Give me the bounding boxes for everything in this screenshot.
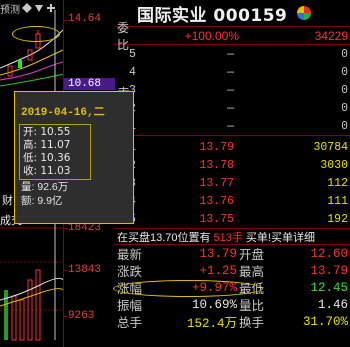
tooltip-date: 2019-04-16,二 <box>21 107 105 119</box>
stat-row-change: 涨跌 +1.25 最高 13.79 <box>117 263 348 280</box>
stat-row-latest: 最新 13.79 开盘 12.60 <box>117 246 348 263</box>
order-ratio-value: +100.00% <box>184 28 239 43</box>
sell-row-1[interactable]: 1 — 0 <box>115 117 350 135</box>
order-alert-row[interactable]: 在买盘13.70位置有 513手 买单!买单详细 <box>115 229 350 245</box>
buy-row-2[interactable]: 2 13.78 3030 <box>115 156 350 174</box>
price-label-current: 10.68 <box>64 78 115 90</box>
sell-row-2[interactable]: 2 — 0 <box>115 99 350 117</box>
stat-row-volume: 总手 152.4万 换手 31.70% <box>117 314 348 332</box>
alert-prefix: 在买盘13.70位置有 <box>117 231 211 244</box>
buy-row-3[interactable]: 3 13.77 112 <box>115 174 350 192</box>
tooltip-close: 收: 11.03 <box>23 165 71 177</box>
stock-title: 国际实业 000159 <box>137 5 288 26</box>
candle-tooltip: 2019-04-16,二 开: 10.55 高: 11.07 低: 10.36 … <box>14 91 134 224</box>
tooltip-high: 高: 11.07 <box>23 139 71 151</box>
quote-header: 国际实业 000159 <box>115 0 350 27</box>
stats-grid: 最新 13.79 开盘 12.60 涨跌 +1.25 最高 13.79 涨幅 +… <box>113 245 350 332</box>
quote-panel: 国际实业 000159 委比 +100.00% 34229 卖 5 — 0 4 … <box>113 0 350 347</box>
tooltip-amount: 额: 9.9亿 <box>21 195 63 207</box>
price-label-high: 14.64 <box>68 13 102 25</box>
buy-row-4[interactable]: 4 13.76 111 <box>115 192 350 210</box>
sell-book: 卖 5 — 0 4 — 0 3 — 0 2 — 0 1 — 0 <box>115 45 350 136</box>
app-logo-icon[interactable] <box>297 6 312 20</box>
alert-suffix[interactable]: 买单!买单详细 <box>246 229 315 245</box>
stat-row-pct: 涨幅 +9.97% 最低 12.45 <box>117 280 348 297</box>
tooltip-low: 低: 10.36 <box>23 152 71 164</box>
buy-row-5[interactable]: 5 13.75 192 <box>115 210 350 228</box>
sell-row-3[interactable]: 3 — 0 <box>115 81 350 99</box>
side-fragment-1: 财 <box>2 195 13 207</box>
sell-row-4[interactable]: 4 — 0 <box>115 63 350 81</box>
alert-count: 513手 <box>213 231 243 244</box>
tooltip-open: 开: 10.55 <box>23 126 71 138</box>
order-ratio-row: 委比 +100.00% 34229 <box>115 21 350 52</box>
order-ratio-diff: 34229 <box>314 28 348 43</box>
tooltip-volume: 量: 92.6万 <box>21 181 69 193</box>
volume-label-2: 13843 <box>68 264 102 276</box>
buy-row-1[interactable]: 1 13.79 30784 <box>115 138 350 156</box>
sell-row-5[interactable]: 5 — 0 <box>115 45 350 63</box>
tooltip-ohlc-box: 开: 10.55 高: 11.07 低: 10.36 收: 11.03 <box>19 124 91 180</box>
stat-row-amplitude: 振幅 10.69% 量比 1.46 <box>117 297 348 314</box>
volume-label-3: 9263 <box>68 310 95 322</box>
buy-book: 1 13.79 30784 2 13.78 3030 3 13.77 112 4… <box>115 136 350 229</box>
